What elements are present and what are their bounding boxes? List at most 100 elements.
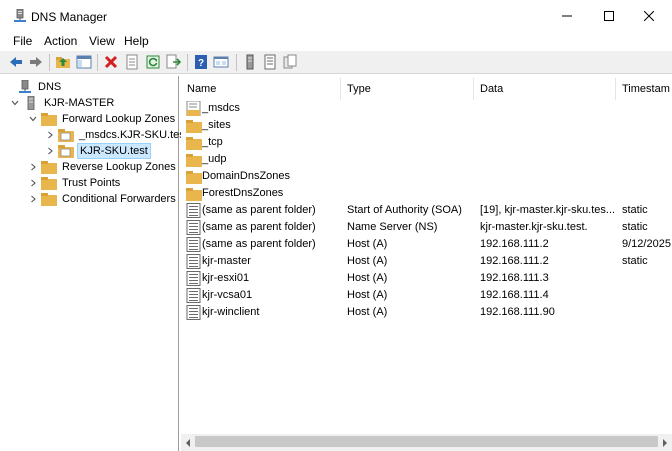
table-row[interactable]: kjr-winclient Host (A) 192.168.111.90 [181, 304, 672, 321]
chevron-right-icon[interactable] [45, 127, 55, 143]
table-row[interactable]: kjr-master Host (A) 192.168.111.2 static [181, 253, 672, 270]
table-row[interactable]: _udp [181, 151, 672, 168]
zone-icon [58, 127, 74, 143]
cell-data [480, 117, 616, 134]
table-row[interactable]: DomainDnsZones [181, 168, 672, 185]
record-icon [186, 304, 202, 321]
cell-data: kjr-master.kjr-sku.test. [480, 221, 588, 233]
server-icon [246, 54, 254, 70]
chevron-right-icon[interactable] [28, 191, 38, 207]
horizontal-scroll-thumb[interactable] [195, 436, 658, 447]
view-button[interactable] [213, 54, 229, 70]
table-row[interactable]: kjr-vcsa01 Host (A) 192.168.111.4 [181, 287, 672, 304]
menu-bar: File Action View Help [0, 32, 672, 50]
column-header-type[interactable]: Type [341, 78, 474, 100]
show-hide-console-tree-button[interactable] [76, 54, 92, 70]
refresh-button[interactable] [145, 54, 161, 70]
record-icon [186, 270, 202, 287]
chevron-down-icon[interactable] [28, 111, 38, 127]
back-button[interactable] [8, 54, 24, 70]
table-row[interactable]: _msdcs [181, 100, 672, 117]
forward-icon [30, 57, 42, 67]
tree-label: Forward Lookup Zones [62, 113, 176, 125]
export-list-button[interactable] [165, 54, 182, 70]
tree-item-forward-lookup-zones[interactable]: Forward Lookup Zones [28, 111, 177, 127]
menu-file[interactable]: File [12, 34, 33, 48]
close-icon [644, 11, 654, 21]
column-header-name[interactable]: Name [181, 78, 341, 100]
cell-timestamp [622, 151, 672, 168]
chevron-right-icon[interactable] [28, 175, 38, 191]
column-header-timestamp[interactable]: Timestam [616, 78, 672, 100]
cell-data: 192.168.111.3 [480, 272, 549, 284]
menu-help[interactable]: Help [123, 34, 150, 48]
tree-label: KJR-MASTER [44, 97, 115, 109]
cell-data [480, 100, 616, 117]
table-row[interactable]: (same as parent folder) Host (A) 192.168.1… [181, 236, 672, 253]
dns-icon [17, 79, 33, 95]
show-hide-tree-icon [76, 55, 92, 69]
properties-icon [126, 54, 138, 70]
table-row[interactable]: (same as parent folder) Start of Authorit… [181, 202, 672, 219]
tree-label: KJR-SKU.test [77, 143, 151, 159]
forward-button[interactable] [28, 54, 44, 70]
cell-type: Host (A) [347, 289, 388, 301]
menu-action[interactable]: Action [43, 34, 78, 48]
table-row[interactable]: kjr-esxi01 Host (A) 192.168.111.3 [181, 270, 672, 287]
maximize-icon [604, 11, 614, 21]
help-button[interactable]: ? [193, 54, 209, 70]
close-button[interactable] [626, 0, 672, 32]
tree-item-zone-kjr-sku[interactable]: KJR-SKU.test [45, 143, 151, 159]
toolbar: ? [0, 51, 672, 74]
delete-button[interactable] [103, 54, 119, 70]
cell-type: Start of Authority (SOA) [347, 204, 462, 216]
dns-manager-app-icon [13, 8, 27, 23]
server-button[interactable] [242, 54, 258, 70]
tree-item-reverse-lookup-zones[interactable]: Reverse Lookup Zones [28, 159, 178, 175]
scroll-left-button[interactable] [183, 437, 193, 448]
cell-name: _udp [202, 153, 227, 165]
chevron-right-icon[interactable] [45, 143, 55, 159]
export-list-icon [166, 54, 182, 69]
minimize-button[interactable] [544, 0, 590, 32]
tree-item-conditional-forwarders[interactable]: Conditional Forwarders [28, 191, 178, 207]
cell-type [347, 185, 474, 202]
table-row[interactable]: ForestDnsZones [181, 185, 672, 202]
tree-label: Conditional Forwarders [62, 193, 176, 205]
cell-timestamp [622, 287, 672, 304]
delete-icon [104, 55, 118, 69]
properties-button[interactable] [124, 54, 140, 70]
record-icon [186, 236, 202, 253]
refresh-icon [146, 55, 160, 69]
tree-item-server[interactable]: KJR-MASTER [10, 95, 116, 111]
cell-timestamp [622, 304, 672, 321]
cell-type [347, 168, 474, 185]
tree-label: DNS [38, 81, 62, 93]
copy-button[interactable] [282, 54, 298, 70]
scroll-right-button[interactable] [660, 437, 670, 448]
menu-view[interactable]: View [88, 34, 116, 48]
tree-item-dns[interactable]: DNS [4, 79, 63, 95]
cell-name: _sites [202, 119, 231, 131]
console-tree: DNS KJR-MASTER Forward Lookup Zones _msd… [0, 76, 188, 451]
chevron-right-icon[interactable] [28, 159, 38, 175]
record-icon [186, 253, 202, 270]
chevron-left-icon [186, 438, 190, 447]
cell-timestamp [622, 117, 672, 134]
chevron-down-icon[interactable] [10, 95, 20, 111]
minimize-icon [562, 15, 572, 17]
column-header-data[interactable]: Data [474, 78, 616, 100]
view-icon [213, 56, 229, 68]
table-row[interactable]: (same as parent folder) Name Server (NS) k… [181, 219, 672, 236]
table-row[interactable]: _sites [181, 117, 672, 134]
folder-icon [41, 175, 57, 191]
tree-item-trust-points[interactable]: Trust Points [28, 175, 122, 191]
cell-name: ForestDnsZones [202, 187, 284, 199]
cell-data: 192.168.111.90 [480, 306, 555, 318]
tree-item-zone-msdcs[interactable]: _msdcs.KJR-SKU.test [45, 127, 190, 143]
chevron-right-icon [663, 438, 667, 447]
table-row[interactable]: _tcp [181, 134, 672, 151]
zone-records-button[interactable] [262, 54, 278, 70]
up-one-level-button[interactable] [55, 54, 71, 70]
tree-label: Trust Points [62, 177, 121, 189]
